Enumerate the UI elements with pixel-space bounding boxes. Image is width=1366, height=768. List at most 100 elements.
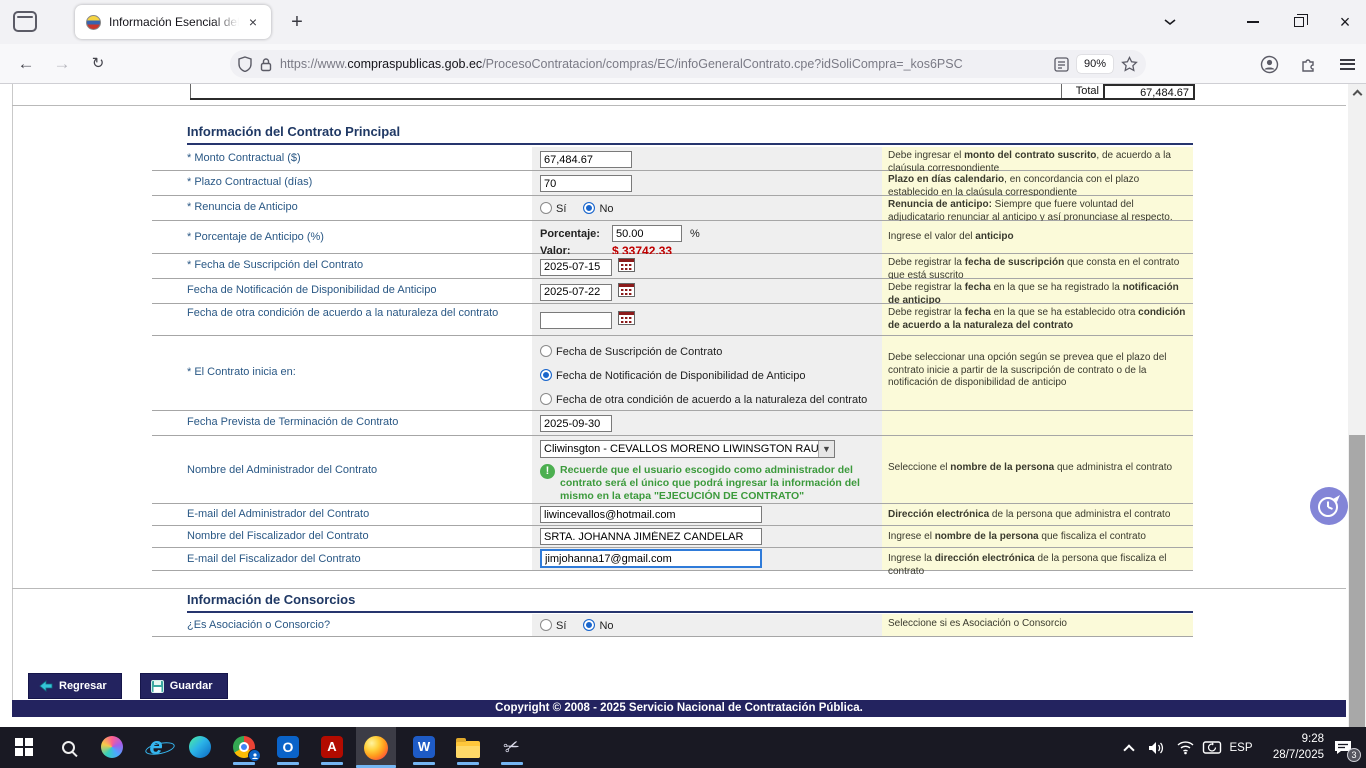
- fiscal-email-label: E-mail del Fiscalizador del Contrato: [152, 548, 532, 570]
- menu-hamburger-icon[interactable]: [1332, 51, 1362, 77]
- porcentaje-sub-label: Porcentaje:: [540, 228, 612, 240]
- search-icon[interactable]: [48, 729, 88, 765]
- save-disk-icon: [151, 680, 164, 693]
- row-fecha-notificacion: Fecha de Notificación de Disponibilidad …: [152, 279, 1193, 304]
- tray-chevron-up-icon[interactable]: [1117, 727, 1141, 768]
- tab-close-icon[interactable]: ×: [243, 14, 263, 30]
- outlook-icon[interactable]: O: [268, 729, 308, 765]
- forward-icon[interactable]: →: [48, 51, 76, 77]
- word-icon[interactable]: W: [404, 729, 444, 765]
- wifi-icon[interactable]: [1172, 727, 1198, 768]
- consorcio-si-radio[interactable]: [540, 619, 552, 631]
- floating-clock-widget-icon[interactable]: [1310, 487, 1348, 525]
- firefox-view-icon[interactable]: [13, 11, 37, 32]
- vertical-scrollbar[interactable]: [1348, 84, 1366, 727]
- row-plazo: * Plazo Contractual (días) Plazo en días…: [152, 171, 1193, 196]
- copyright-footer: Copyright © 2008 - 2025 Servicio Naciona…: [12, 700, 1346, 717]
- close-button[interactable]: ×: [1330, 8, 1360, 36]
- inicia-notificacion-radio[interactable]: [540, 369, 552, 381]
- chrome-profile-badge: [248, 749, 261, 762]
- firefox-icon[interactable]: [356, 727, 396, 768]
- fecha-notificacion-input[interactable]: [540, 284, 612, 301]
- totals-table-row: Total 67,484.67: [190, 84, 1195, 100]
- fecha-otra-label: Fecha de otra condición de acuerdo a la …: [152, 304, 532, 335]
- inicia-otra-radio[interactable]: [540, 393, 552, 405]
- fiscal-email-help: Ingrese la dirección electrónica de la p…: [882, 548, 1193, 570]
- url-text[interactable]: https://www.compraspublicas.gob.ec/Proce…: [280, 57, 1054, 71]
- volume-icon[interactable]: [1144, 727, 1170, 768]
- form-buttons: Regresar Guardar: [28, 673, 228, 699]
- extensions-puzzle-icon[interactable]: [1294, 51, 1324, 77]
- renuncia-no-radio[interactable]: [583, 202, 595, 214]
- inicia-suscripcion-radio[interactable]: [540, 345, 552, 357]
- calendar-icon[interactable]: [618, 311, 635, 325]
- tab-strip: Información Esencial del Contra × + ×: [0, 0, 1366, 44]
- plazo-input[interactable]: [540, 175, 632, 192]
- admin-email-help: Dirección electrónica de la persona que …: [882, 504, 1193, 525]
- plazo-help: Plazo en días calendario, en concordanci…: [882, 171, 1193, 195]
- zoom-level-badge[interactable]: 90%: [1077, 55, 1113, 73]
- consorcio-form: ¿Es Asociación o Consorcio? Sí No Selecc…: [152, 614, 1193, 637]
- minimize-button[interactable]: [1238, 8, 1268, 36]
- start-button[interactable]: [4, 729, 44, 765]
- fecha-suscripcion-input[interactable]: [540, 259, 612, 276]
- plazo-label: * Plazo Contractual (días): [152, 171, 532, 195]
- back-icon[interactable]: ←: [12, 51, 40, 77]
- account-icon[interactable]: [1254, 51, 1284, 77]
- fecha-notificacion-label: Fecha de Notificación de Disponibilidad …: [152, 279, 532, 303]
- admin-email-label: E-mail del Administrador del Contrato: [152, 504, 532, 525]
- porcentaje-label: * Porcentaje de Anticipo (%): [152, 221, 532, 253]
- regresar-button[interactable]: Regresar: [28, 673, 122, 699]
- row-fecha-terminacion: Fecha Prevista de Terminación de Contrat…: [152, 411, 1193, 436]
- copilot-icon[interactable]: [92, 729, 132, 765]
- admin-email-input[interactable]: [540, 506, 762, 523]
- consorcio-no-radio[interactable]: [583, 619, 595, 631]
- fecha-terminacion-input[interactable]: [540, 415, 612, 432]
- internet-explorer-icon[interactable]: e: [136, 729, 176, 765]
- snipping-tool-icon[interactable]: ✂: [492, 729, 532, 765]
- bookmark-star-icon[interactable]: [1121, 56, 1138, 72]
- inicia-help: Debe seleccionar una opción según se pre…: [882, 336, 1193, 410]
- scroll-up-arrow-icon[interactable]: [1348, 84, 1366, 101]
- fiscal-nombre-label: Nombre del Fiscalizador del Contrato: [152, 526, 532, 547]
- notification-center-icon[interactable]: 3: [1326, 727, 1360, 768]
- renuncia-si-radio[interactable]: [540, 202, 552, 214]
- porcentaje-input[interactable]: [612, 225, 682, 242]
- row-monto: * Monto Contractual ($) Debe ingresar el…: [152, 147, 1193, 171]
- fiscal-nombre-input[interactable]: [540, 528, 762, 545]
- inicia-label: * El Contrato inicia en:: [152, 336, 532, 410]
- tracking-shield-icon: [238, 56, 252, 72]
- reader-view-icon[interactable]: [1054, 57, 1069, 72]
- fiscal-email-input[interactable]: [540, 549, 762, 568]
- restore-button[interactable]: [1284, 8, 1314, 36]
- row-fecha-suscripcion: * Fecha de Suscripción del Contrato Debe…: [152, 254, 1193, 279]
- site-favicon-icon: [86, 15, 101, 30]
- lock-icon: [260, 57, 272, 72]
- acrobat-icon[interactable]: A: [312, 729, 352, 765]
- language-indicator[interactable]: ESP: [1226, 727, 1256, 768]
- row-consorcio: ¿Es Asociación o Consorcio? Sí No Selecc…: [152, 614, 1193, 637]
- row-contrato-inicia: * El Contrato inicia en: Fecha de Suscri…: [152, 336, 1193, 411]
- fecha-otra-input[interactable]: [540, 312, 612, 329]
- tab-list-chevron-icon[interactable]: [1155, 8, 1185, 36]
- admin-nombre-select[interactable]: Cliwinsgton - CEVALLOS MORENO LIWINSGTON…: [540, 440, 835, 458]
- monto-input[interactable]: [540, 151, 632, 168]
- calendar-icon[interactable]: [618, 258, 635, 272]
- tab-title: Información Esencial del Contra: [109, 15, 239, 29]
- screen-cast-icon[interactable]: [1198, 727, 1226, 768]
- calendar-icon[interactable]: [618, 283, 635, 297]
- percent-suffix: %: [690, 228, 700, 240]
- total-label: Total: [1061, 84, 1103, 98]
- guardar-button[interactable]: Guardar: [140, 673, 228, 699]
- edge-icon[interactable]: [180, 729, 220, 765]
- chrome-icon[interactable]: [224, 729, 264, 765]
- scrollbar-thumb[interactable]: [1349, 435, 1365, 727]
- clock-date[interactable]: 9:28 28/7/2025: [1258, 727, 1324, 768]
- url-bar[interactable]: https://www.compraspublicas.gob.ec/Proce…: [230, 50, 1146, 78]
- browser-tab[interactable]: Información Esencial del Contra ×: [75, 5, 271, 39]
- reload-icon[interactable]: ↻: [84, 51, 112, 77]
- file-explorer-icon[interactable]: [448, 729, 488, 765]
- row-admin-email: E-mail del Administrador del Contrato Di…: [152, 504, 1193, 526]
- consorcio-label: ¿Es Asociación o Consorcio?: [152, 614, 532, 636]
- new-tab-button[interactable]: +: [284, 10, 310, 36]
